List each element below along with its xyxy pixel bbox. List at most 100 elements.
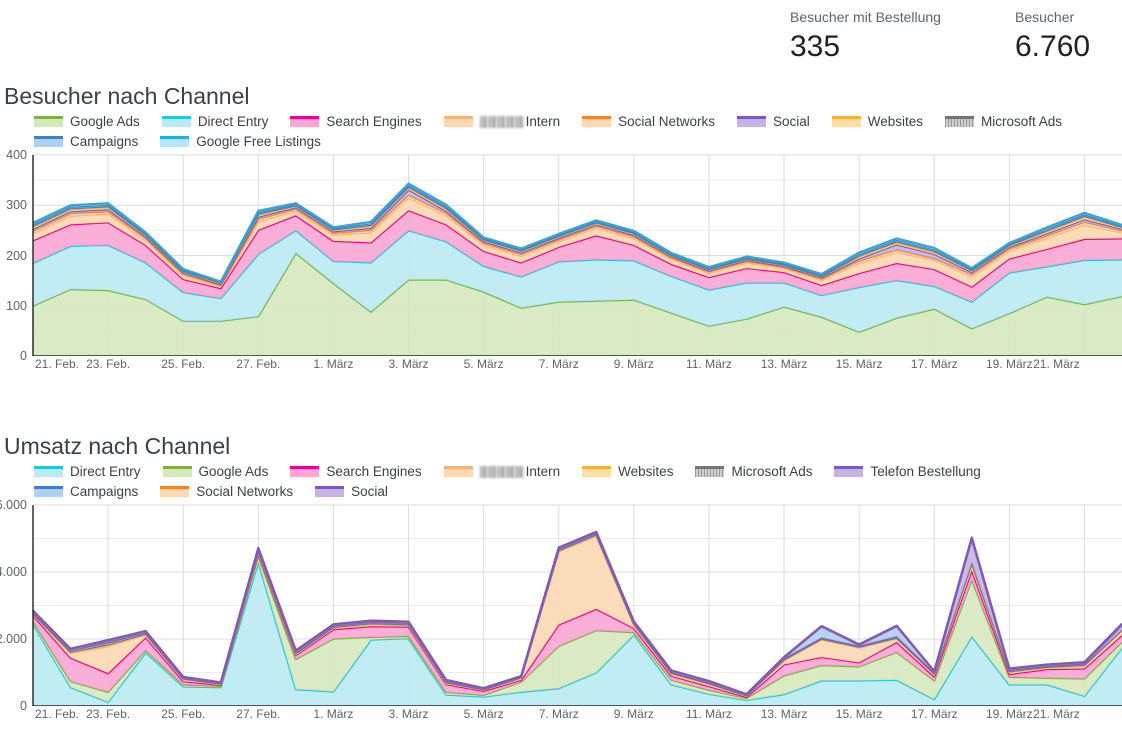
x-axis-tick-label: 17. März [910,357,958,371]
x-axis-tick-label: 27. Feb. [236,707,281,721]
legend-item-direct-entry[interactable]: Direct Entry [34,462,141,481]
legend-swatch-line [290,466,320,469]
x-axis-tick-label: 7. März [538,357,579,371]
y-axis-tick-label: 2.000 [0,632,27,646]
chart-legend[interactable]: Google Ads Direct Entry Search Engines Inte… [0,112,1122,151]
legend-swatch-fill [34,119,63,127]
legend-item-social[interactable]: Social [736,112,810,131]
x-axis-tick-label: 23. Feb. [86,707,131,721]
legend-swatch-fill [582,119,612,127]
chart-title: Umsatz nach Channel [4,433,231,459]
legend-swatch-fill [834,469,864,477]
kpi-visitors: Besucher 6.760 [1015,9,1090,65]
legend-item-search-engines[interactable]: Search Engines [290,112,422,131]
legend-swatch-line [161,116,191,119]
legend-swatch-fill [443,469,473,477]
legend-item-social[interactable]: Social [315,482,388,501]
legend-swatch-fill [315,489,345,497]
chart-canvas [32,154,1122,356]
legend-item-google-free-listings[interactable]: Google Free Listings [160,132,321,151]
legend-swatch-line [34,116,63,119]
legend-swatch-fill [34,139,63,147]
kpi-visitors-label: Besucher [1015,9,1075,25]
x-axis-tick-label: 9. März [613,357,654,371]
legend-swatch-fill [160,489,190,497]
chart-umsatz-nach-channel: Umsatz nach Channel Direct Entry Google A… [0,432,1122,727]
legend-swatch-line [443,116,473,119]
legend-item-label: Campaigns [70,484,139,499]
legend-item-label: Intern [525,114,561,129]
legend-swatch-icon [945,116,975,127]
x-axis-tick-label: 27. Feb. [236,357,281,371]
legend-swatch-icon [34,136,63,147]
legend-item-websites[interactable]: Websites [831,112,923,131]
legend-item-label: Social Networks [618,114,715,129]
y-axis-tick-label: 4.000 [0,565,27,579]
redacted-label-icon [479,465,524,478]
legend-swatch-fill [34,489,63,497]
legend-swatch-line [290,116,320,119]
legend-item-label: Direct Entry [70,464,141,479]
x-axis-tick-label: 19. März [986,707,1033,721]
x-axis-tick-label: 13. März [760,357,808,371]
legend-swatch-line [34,136,63,139]
kpi-orders-value: 335 [790,30,841,63]
legend-swatch-line [443,466,473,469]
legend-item-label: Google Free Listings [196,134,321,149]
legend-item-websites[interactable]: Websites [582,462,673,481]
legend-item-label: Social [351,484,388,499]
legend-item-social-networks[interactable]: Social Networks [582,112,715,131]
legend-swatch-icon [831,116,861,127]
x-axis-tick-label: 9. März [613,707,654,721]
x-axis-tick-label: 1. März [313,707,354,721]
x-axis-tick-label: 25. Feb. [161,357,206,371]
legend-swatch-icon [160,486,190,497]
x-axis-tick-label: 11. März [686,357,732,371]
chart-legend[interactable]: Direct Entry Google Ads Search Engines Inte… [0,462,1122,501]
legend-item-label: Search Engines [326,114,422,129]
legend-swatch-line [162,466,192,469]
legend-swatch-line [736,116,766,119]
legend-swatch-line [34,466,63,469]
legend-swatch-fill [582,469,612,477]
legend-swatch-icon [34,486,63,497]
legend-swatch-icon [34,466,63,477]
legend-item-label: Search Engines [326,464,422,479]
legend-swatch-icon [834,466,864,477]
x-axis-tick-label: 3. März [388,357,429,371]
legend-item-label: Microsoft Ads [981,114,1063,129]
legend-item-social-networks[interactable]: Social Networks [160,482,293,501]
legend-item-microsoft-ads[interactable]: Microsoft Ads [945,112,1062,131]
legend-item-campaigns[interactable]: Campaigns [34,132,138,151]
legend-swatch-icon [582,466,612,477]
x-axis-tick-label: 23. Feb. [86,357,131,371]
legend-swatch-line [945,116,975,119]
legend-swatch-fill [162,469,192,477]
legend-swatch-icon [290,466,320,477]
legend-item-telefon-bestellung[interactable]: Telefon Bestellung [834,462,981,481]
legend-swatch-icon [160,136,190,147]
legend-swatch-fill [695,469,725,477]
x-axis-tick-label: 21. März [1033,707,1080,721]
legend-item-intern[interactable]: Intern [443,112,561,131]
legend-item-label: Intern [525,464,561,479]
legend-item-google-ads[interactable]: Google Ads [162,462,268,481]
legend-item-microsoft-ads[interactable]: Microsoft Ads [695,462,812,481]
x-axis-tick-label: 25. Feb. [161,707,206,721]
kpi-header: Besucher mit Bestellung 335 Besucher 6.7… [0,0,1122,76]
legend-swatch-icon [443,466,473,477]
legend-swatch-line [160,486,190,489]
legend-item-direct-entry[interactable]: Direct Entry [161,112,268,131]
x-axis-tick-label: 5. März [463,357,504,371]
legend-item-intern[interactable]: Intern [443,462,561,481]
legend-item-campaigns[interactable]: Campaigns [34,482,138,501]
x-axis-tick-label: 19. März [986,357,1033,371]
legend-swatch-line [834,466,864,469]
kpi-orders-label: Besucher mit Bestellung [790,9,941,25]
legend-swatch-icon [736,116,766,127]
legend-swatch-line [34,486,63,489]
kpi-orders-with-purchase: Besucher mit Bestellung 335 [790,9,941,65]
legend-item-google-ads[interactable]: Google Ads [34,112,140,131]
legend-item-search-engines[interactable]: Search Engines [290,462,422,481]
legend-swatch-line [582,466,612,469]
